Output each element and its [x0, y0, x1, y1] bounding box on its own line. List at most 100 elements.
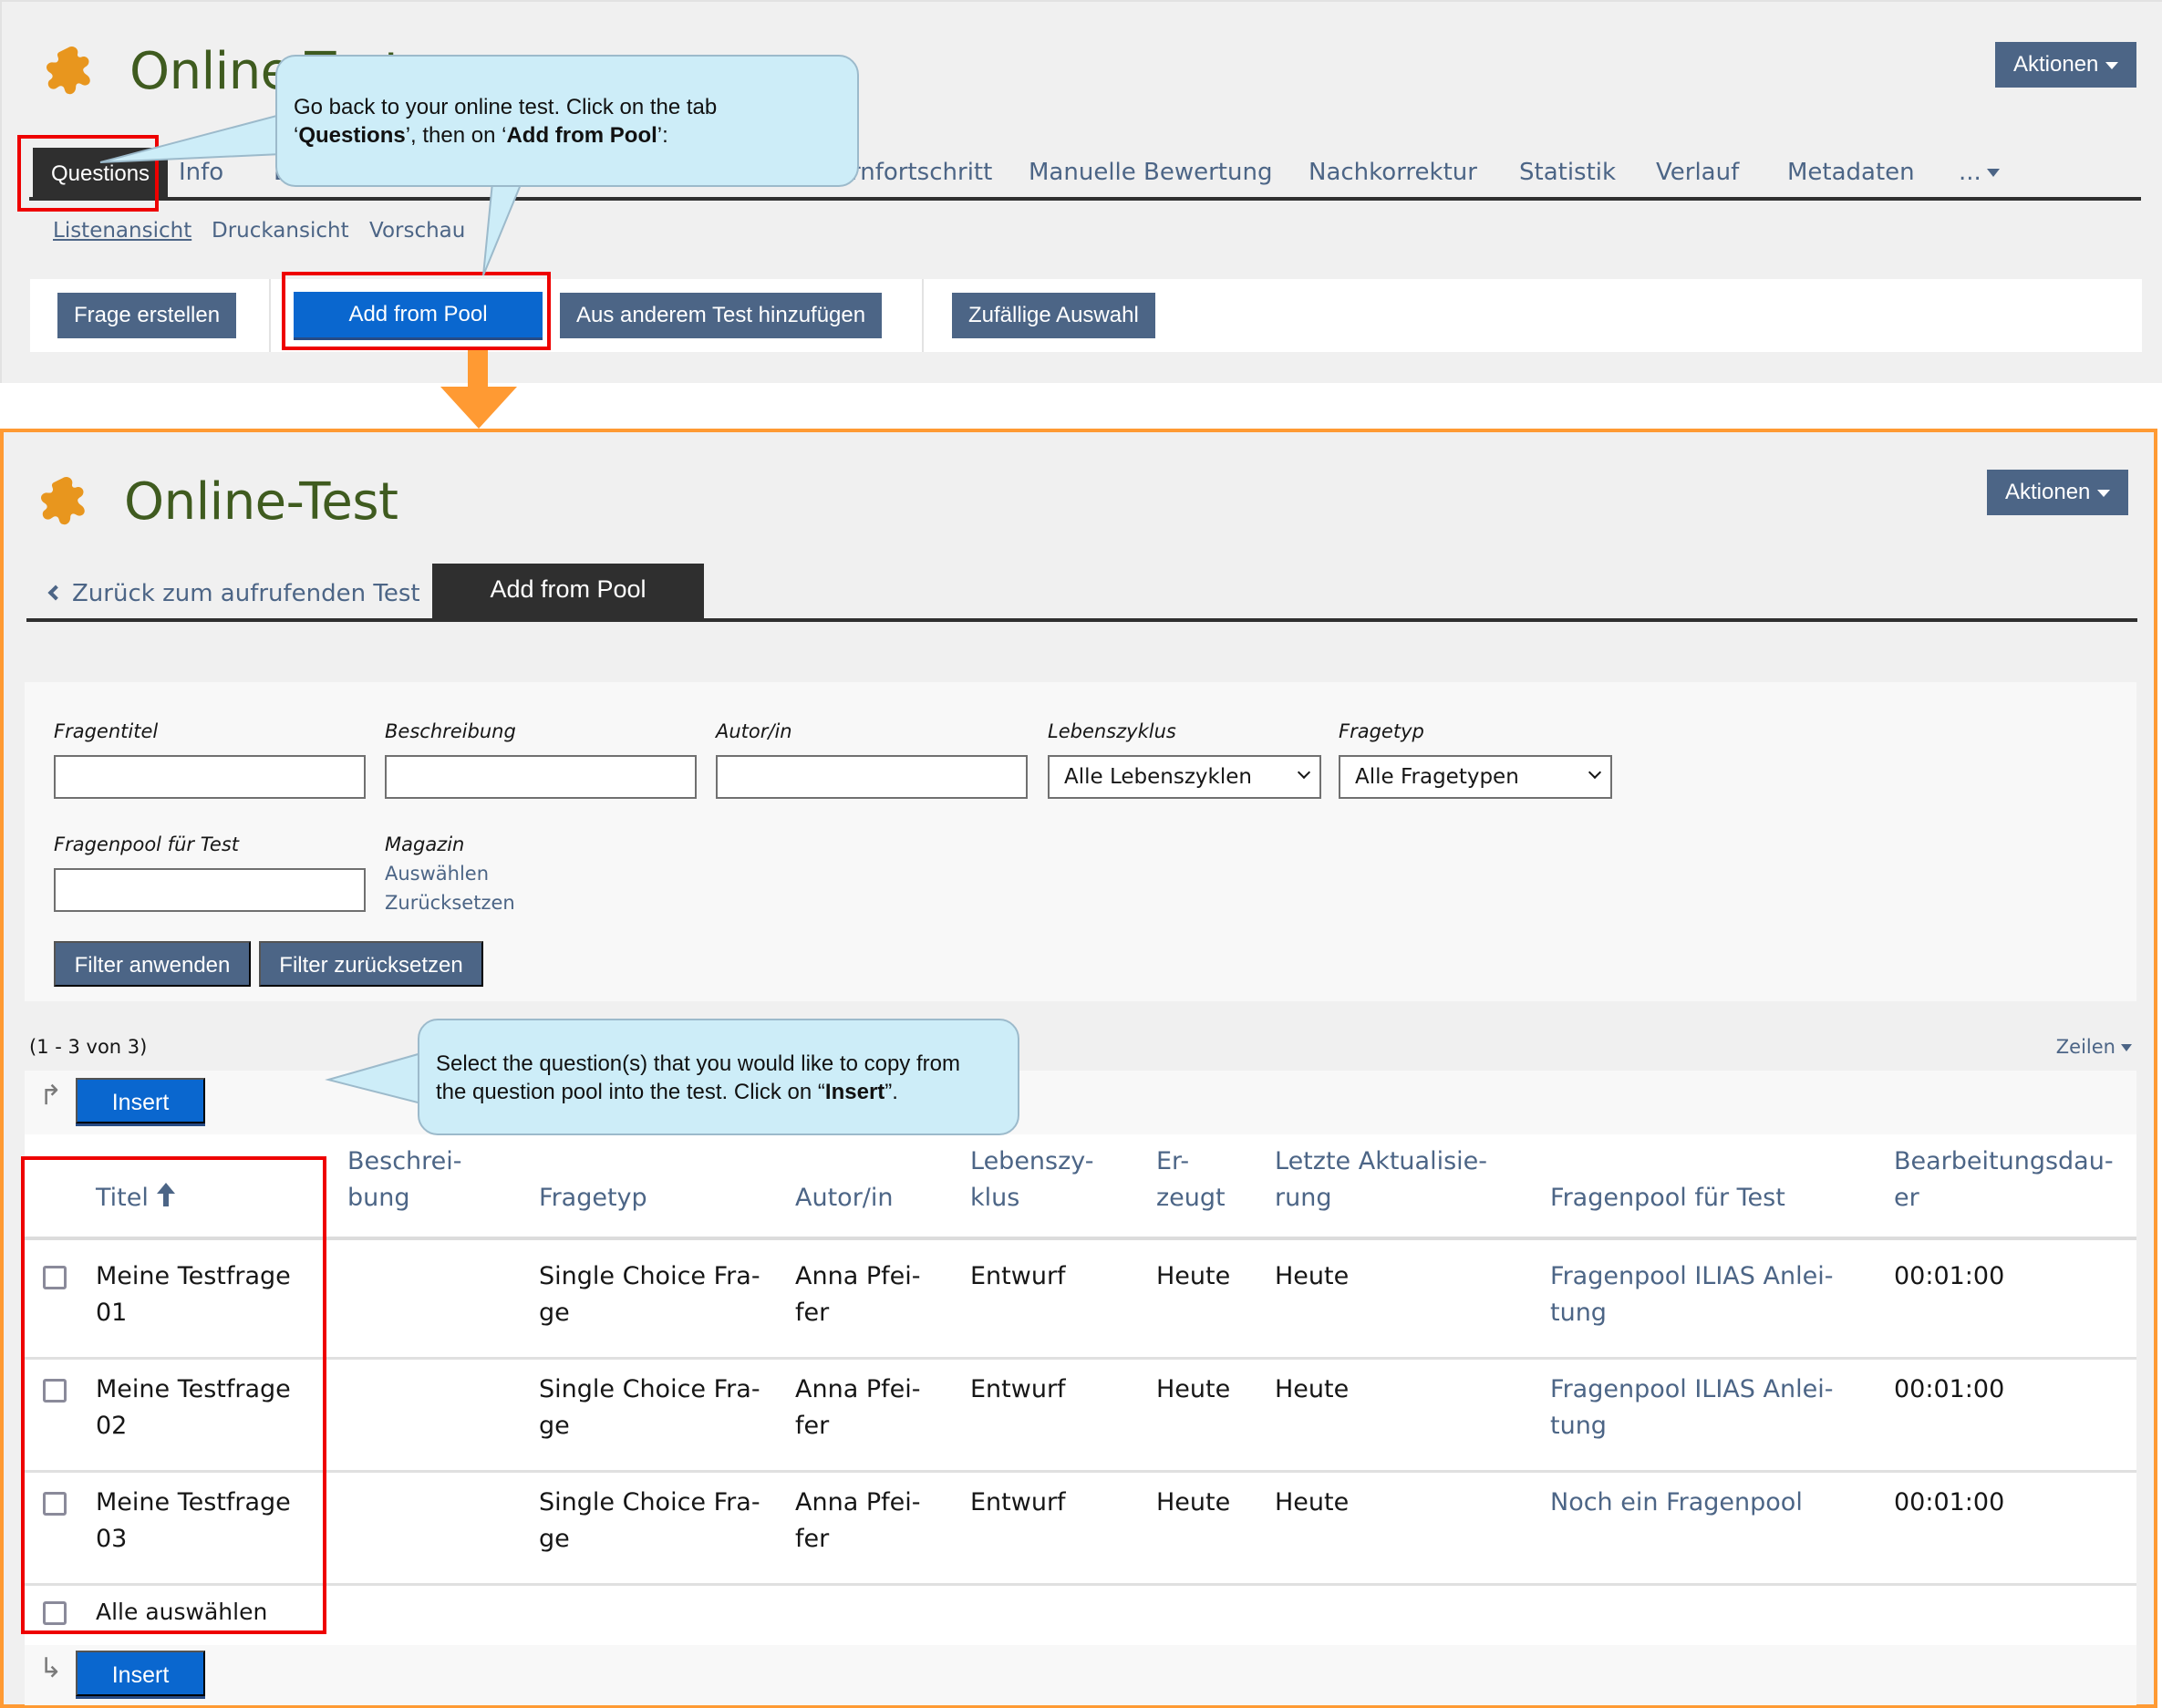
back-to-test-link[interactable]: Zurück zum aufrufenden Test — [47, 580, 420, 607]
tab-add-from-pool[interactable]: Add from Pool — [432, 564, 704, 620]
filter-label-pool: Fragenpool für Test — [54, 833, 240, 855]
cell-duration: 00:01:00 — [1894, 1488, 2005, 1516]
cell-lifecycle: Entwurf — [970, 1488, 1066, 1516]
callout-line: Go back to your online test. Click on th… — [294, 95, 718, 119]
add-from-pool-highlight — [282, 272, 551, 350]
column-header-updated[interactable]: Letzte Aktualisie-rung — [1275, 1144, 1487, 1216]
lifecycle-value: Alle Lebenszyklen — [1064, 765, 1252, 789]
callout-line: the question pool into the test. Click o… — [436, 1080, 898, 1104]
column-header-description[interactable]: Beschrei-bung — [347, 1144, 462, 1216]
caret-down-icon — [2105, 61, 2119, 69]
tab-rescoring[interactable]: Nachkorrektur — [1309, 159, 1477, 186]
row-divider — [25, 1470, 2136, 1473]
cell-updated: Heute — [1275, 1262, 1350, 1290]
caret-down-icon — [2121, 1044, 2132, 1051]
page-title: Online-Test — [124, 472, 398, 532]
chevron-down-icon — [1297, 765, 1311, 780]
command-row-top: ↱ Insert — [25, 1071, 2136, 1134]
cell-type: Single Choice Fra-ge — [539, 1262, 760, 1327]
apply-filter-button[interactable]: Filter anwenden — [54, 941, 251, 987]
cell-pool-link[interactable]: Noch ein Fragenpool — [1550, 1485, 1803, 1521]
column-header-pool[interactable]: Fragenpool für Test — [1550, 1180, 1785, 1216]
instruction-callout-1: Go back to your online test. Click on th… — [275, 55, 859, 187]
subtab-preview[interactable]: Vorschau — [369, 219, 465, 243]
chevron-down-icon — [1588, 765, 1602, 780]
actions-dropdown-button[interactable]: Aktionen — [1987, 470, 2129, 515]
insert-button-top[interactable]: Insert — [76, 1078, 205, 1123]
subtab-list-view[interactable]: Listenansicht — [53, 219, 191, 243]
question-title-input[interactable] — [54, 755, 366, 799]
column-header-duration[interactable]: Bearbeitungsdau-er — [1894, 1144, 2114, 1216]
column-header-created[interactable]: Er-zeugt — [1156, 1144, 1226, 1216]
author-input[interactable] — [716, 755, 1028, 799]
caret-down-icon — [1986, 169, 2000, 177]
row-divider — [25, 1357, 2136, 1360]
reset-filter-button[interactable]: Filter zurücksetzen — [259, 941, 483, 987]
subtab-print-view[interactable]: Druckansicht — [212, 219, 349, 243]
question-type-value: Alle Fragetypen — [1355, 765, 1519, 789]
tab-statistics[interactable]: Statistik — [1519, 159, 1616, 186]
cell-created: Heute — [1156, 1375, 1231, 1403]
command-row-bottom: ↳ Insert — [25, 1645, 2136, 1705]
more-label: ... — [1959, 159, 1981, 186]
cell-pool-link[interactable]: Fragenpool ILIAS Anlei-tung — [1550, 1372, 1833, 1444]
tab-manual-scoring[interactable]: Manuelle Bewertung — [1029, 159, 1272, 186]
cell-pool-link[interactable]: Fragenpool ILIAS Anlei-tung — [1550, 1258, 1833, 1331]
column-header-lifecycle[interactable]: Lebenszy-klus — [970, 1144, 1094, 1216]
cell-lifecycle: Entwurf — [970, 1375, 1066, 1403]
column-header-type[interactable]: Fragetyp — [539, 1180, 647, 1216]
orange-down-arrow-icon — [440, 350, 517, 429]
instruction-callout-2: Select the question(s) that you would li… — [418, 1019, 1019, 1135]
add-from-other-test-button[interactable]: Aus anderem Test hinzufügen — [560, 293, 883, 338]
create-question-button[interactable]: Frage erstellen — [57, 293, 237, 338]
cell-created: Heute — [1156, 1262, 1231, 1290]
puzzle-icon — [47, 47, 90, 95]
filter-label-lifecycle: Lebenszyklus — [1048, 720, 1176, 742]
insert-button-bottom[interactable]: Insert — [76, 1651, 205, 1696]
cell-duration: 00:01:00 — [1894, 1262, 2005, 1290]
filter-label-description: Beschreibung — [385, 720, 516, 742]
caret-down-icon — [2097, 489, 2111, 497]
tab-more[interactable]: ... — [1959, 159, 2000, 186]
callout-line: ‘Questions’, then on ‘Add from Pool’: — [294, 123, 668, 148]
lifecycle-select[interactable]: Alle Lebenszyklen — [1048, 755, 1321, 799]
header-divider — [25, 1237, 2136, 1240]
actions-dropdown-button[interactable]: Aktionen — [1995, 42, 2137, 88]
cell-type: Single Choice Fra-ge — [539, 1375, 760, 1440]
puzzle-icon — [41, 477, 85, 525]
question-type-select[interactable]: Alle Fragetypen — [1339, 755, 1612, 799]
back-link-label: Zurück zum aufrufenden Test — [72, 580, 420, 607]
cell-updated: Heute — [1275, 1488, 1350, 1516]
cell-updated: Heute — [1275, 1375, 1350, 1403]
result-count: (1 - 3 von 3) — [29, 1036, 148, 1058]
question-table: Titel Beschrei-bung Fragetyp Autor/in Le… — [25, 1134, 2136, 1645]
cell-author: Anna Pfei-fer — [795, 1488, 921, 1553]
filter-panel: Fragentitel Beschreibung Autor/in Lebens… — [25, 682, 2136, 1001]
toolbar-divider — [922, 279, 924, 352]
chevron-left-icon — [47, 585, 64, 601]
filter-label-question-type: Fragetyp — [1339, 720, 1424, 742]
row-divider — [25, 1583, 2136, 1586]
rows-per-page-dropdown[interactable]: Zeilen — [2056, 1036, 2132, 1058]
arrow-turn-down-right-icon: ↳ — [39, 1652, 63, 1684]
cell-lifecycle: Entwurf — [970, 1262, 1066, 1290]
cell-author: Anna Pfei-fer — [795, 1375, 921, 1440]
toolbar-divider — [269, 279, 271, 352]
cell-created: Heute — [1156, 1488, 1231, 1516]
description-input[interactable] — [385, 755, 697, 799]
magazine-select-link[interactable]: Auswählen — [385, 863, 489, 885]
filter-label-magazine: Magazin — [385, 833, 465, 855]
tab-history[interactable]: Verlauf — [1656, 159, 1739, 186]
actions-label: Aktionen — [2013, 52, 2099, 77]
random-selection-button[interactable]: Zufällige Auswahl — [952, 293, 1155, 338]
tab-info[interactable]: Info — [179, 159, 223, 186]
actions-label: Aktionen — [2005, 480, 2091, 504]
pool-tabs: Zurück zum aufrufenden Test Add from Poo… — [26, 564, 2137, 622]
rows-label: Zeilen — [2055, 1036, 2115, 1058]
column-header-author[interactable]: Autor/in — [795, 1180, 894, 1216]
question-pool-input[interactable] — [54, 868, 366, 912]
questions-tab-highlight — [17, 135, 159, 212]
magazine-reset-link[interactable]: Zurücksetzen — [385, 892, 515, 914]
arrow-turn-up-right-icon: ↱ — [39, 1080, 63, 1112]
tab-metadata[interactable]: Metadaten — [1787, 159, 1915, 186]
